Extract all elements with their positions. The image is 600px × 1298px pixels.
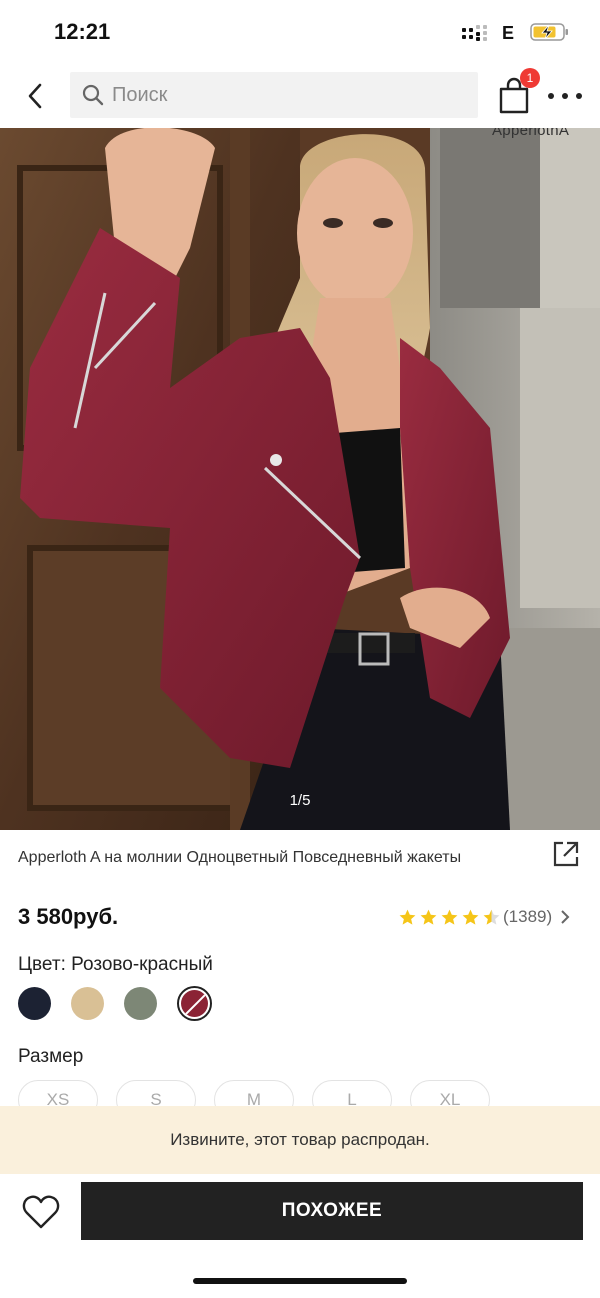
- half-star-icon: [483, 909, 500, 925]
- selected-swatch-inner: [181, 990, 208, 1017]
- more-options-button[interactable]: [548, 84, 582, 108]
- home-indicator[interactable]: [193, 1278, 407, 1284]
- back-button[interactable]: [18, 78, 52, 114]
- product-price: 3 580руб.: [18, 904, 119, 929]
- search-icon: [82, 84, 104, 106]
- dot: [576, 93, 582, 99]
- brand-watermark: ApperlothA: [492, 128, 570, 139]
- signal-icon: [462, 25, 487, 41]
- sold-out-banner: Извините, этот товар распродан.: [0, 1106, 600, 1174]
- chevron-right-icon: [561, 910, 570, 924]
- product-image-gallery[interactable]: ApperlothA 1/5: [0, 128, 600, 830]
- similar-items-button[interactable]: ПОХОЖЕЕ: [81, 1182, 583, 1240]
- search-input[interactable]: [112, 83, 452, 107]
- swatch-beige[interactable]: [71, 987, 104, 1020]
- carrier-label: E: [502, 23, 515, 43]
- star-icon: [441, 909, 458, 925]
- dot: [562, 93, 568, 99]
- product-title: Apperloth A на молнии Одноцветный Повсед…: [18, 849, 462, 866]
- bottom-action-bar: ПОХОЖЕЕ: [0, 1174, 600, 1298]
- rating-link[interactable]: (1389): [398, 906, 570, 928]
- size-label: Размер: [18, 1046, 84, 1067]
- review-count: (1389): [503, 907, 553, 926]
- status-time: 12:21: [54, 19, 111, 44]
- star-icon: [420, 909, 437, 925]
- color-swatches: [18, 986, 212, 1021]
- status-bar: 12:21 E: [0, 0, 600, 64]
- battery-charging-icon: [530, 23, 568, 41]
- back-arrow-icon: [28, 83, 42, 109]
- product-photo: [0, 128, 600, 830]
- star-icon: [399, 909, 416, 925]
- more-dots-icon: [548, 93, 554, 99]
- color-label: Цвет: Розово-красный: [18, 954, 213, 975]
- search-bar[interactable]: [70, 72, 478, 118]
- star-icon: [462, 909, 479, 925]
- top-header: 1: [0, 64, 600, 128]
- swatch-navy[interactable]: [18, 987, 51, 1020]
- image-pager: 1/5: [289, 792, 311, 809]
- swatch-olive-grey[interactable]: [124, 987, 157, 1020]
- share-icon[interactable]: [552, 840, 580, 868]
- heart-icon[interactable]: [22, 1194, 60, 1230]
- star-rating: [398, 908, 501, 927]
- swatch-rose-red-selected[interactable]: [177, 986, 212, 1021]
- cart-count-badge: 1: [520, 68, 540, 88]
